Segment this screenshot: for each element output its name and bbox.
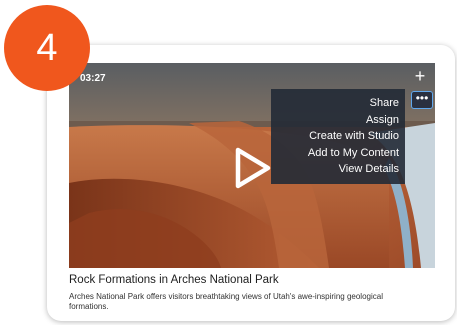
- video-title[interactable]: Rock Formations in Arches National Park: [69, 274, 279, 286]
- menu-item-add-to-my-content[interactable]: Add to My Content: [271, 145, 405, 162]
- play-icon[interactable]: [233, 146, 273, 190]
- video-description: Arches National Park offers visitors bre…: [69, 292, 383, 311]
- add-button[interactable]: +: [410, 67, 430, 87]
- step-number-badge: 4: [4, 5, 90, 91]
- more-horizontal-icon: •••: [415, 91, 429, 105]
- page: 4 03:27 + ••• Share Assign Create with S…: [0, 0, 457, 325]
- menu-item-view-details[interactable]: View Details: [271, 161, 405, 178]
- more-options-menu: Share Assign Create with Studio Add to M…: [271, 89, 405, 184]
- menu-item-create-with-studio[interactable]: Create with Studio: [271, 128, 405, 145]
- more-options-button[interactable]: •••: [411, 91, 433, 109]
- menu-item-share[interactable]: Share: [271, 95, 405, 112]
- plus-icon: +: [414, 66, 426, 86]
- video-thumbnail[interactable]: 03:27 + ••• Share Assign Create with Stu…: [69, 63, 435, 268]
- menu-item-assign[interactable]: Assign: [271, 112, 405, 129]
- video-duration: 03:27: [80, 73, 106, 84]
